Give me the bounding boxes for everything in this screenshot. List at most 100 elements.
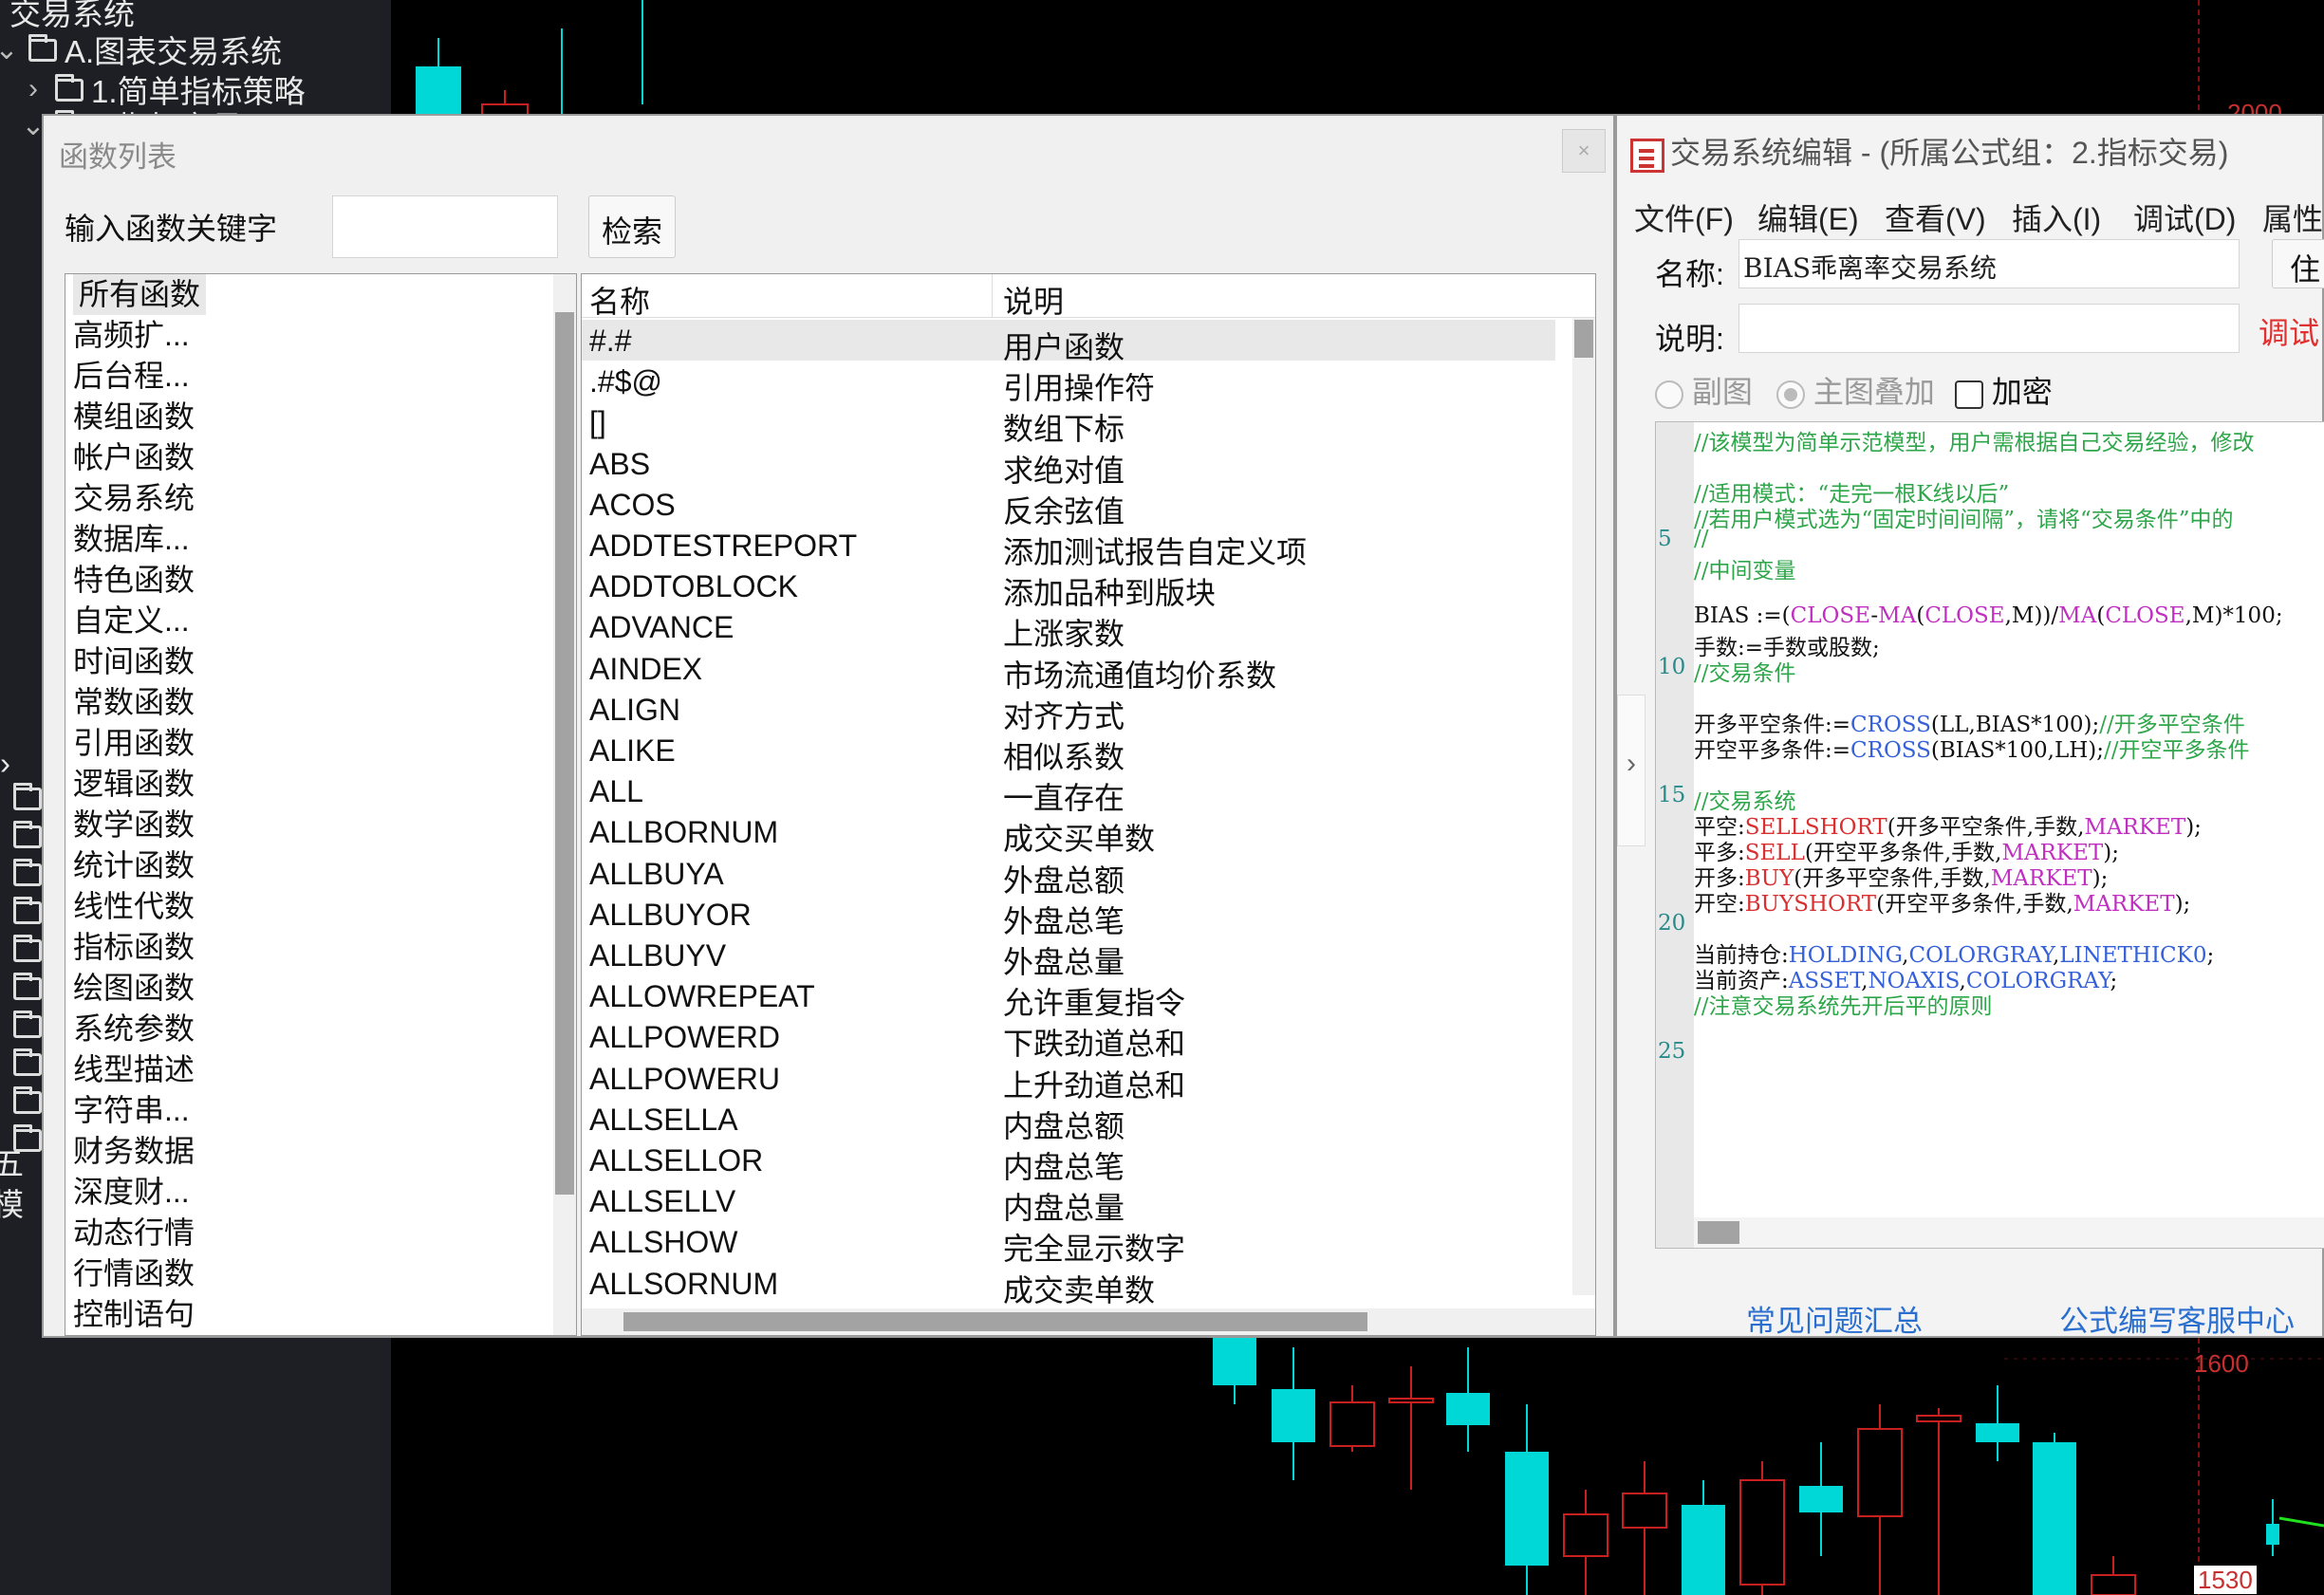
category-item[interactable]: 控制语句 xyxy=(65,1294,576,1335)
table-row[interactable]: ALLSELLV 内盘总量 xyxy=(582,1180,1555,1225)
menu-debug[interactable]: 调试(D) xyxy=(2133,195,2236,239)
category-item[interactable]: 动态行情 xyxy=(65,1213,576,1253)
table-row[interactable]: [] 数组下标 xyxy=(582,401,1555,446)
line-number-gutter: 5 10 15 20 25 xyxy=(1656,422,1694,1248)
side-button[interactable]: 住 xyxy=(2272,239,2324,288)
category-label: 财务数据 xyxy=(73,1134,195,1168)
search-input[interactable] xyxy=(332,195,558,258)
table-row[interactable]: ALLPOWERD 下跌劲道总和 xyxy=(582,1016,1555,1061)
category-item[interactable]: 系统参数 xyxy=(65,1009,576,1049)
table-row[interactable]: ABS 求绝对值 xyxy=(582,443,1555,488)
category-label: 数学函数 xyxy=(73,807,195,842)
menu-view[interactable]: 查看(V) xyxy=(1885,195,1986,239)
tree-group-a[interactable]: ⌄ A.图表交易系统 xyxy=(0,27,282,72)
category-item[interactable]: 线性代数 xyxy=(65,886,576,927)
faq-link[interactable]: 常见问题汇总 xyxy=(1746,1297,1923,1340)
checkbox-icon[interactable] xyxy=(1955,380,1983,409)
table-row[interactable]: ADDTESTREPORT 添加测试报告自定义项 xyxy=(582,525,1555,569)
menu-edit[interactable]: 编辑(E) xyxy=(1757,195,1859,239)
chevron-down-icon[interactable]: ⌄ xyxy=(0,33,21,66)
category-label: 字符串... xyxy=(73,1093,190,1127)
scrollbar-thumb[interactable] xyxy=(623,1312,1367,1331)
menu-properties[interactable]: 属性 xyxy=(2262,195,2323,239)
category-item[interactable]: 后台程... xyxy=(65,356,576,397)
category-item[interactable]: 交易系统 xyxy=(65,478,576,519)
table-row[interactable]: ALLPOWERU 上升劲道总和 xyxy=(582,1058,1555,1103)
candle-body xyxy=(2033,1442,2076,1595)
function-name-cell: AINDEX xyxy=(589,651,703,686)
table-row[interactable]: ADDTOBLOCK 添加品种到版块 xyxy=(582,566,1555,610)
category-item[interactable]: 字符串... xyxy=(65,1090,576,1131)
tree-item-cut-2[interactable]: 模 xyxy=(0,1179,24,1225)
category-item[interactable]: 帐户函数 xyxy=(65,437,576,478)
table-row[interactable]: ALLSELLA 内盘总额 xyxy=(582,1099,1555,1143)
table-row[interactable]: ALL 一直存在 xyxy=(582,770,1555,815)
radio-icon[interactable] xyxy=(1776,380,1805,409)
table-row[interactable]: ALLSELLOR 内盘总笔 xyxy=(582,1140,1555,1184)
desc-input[interactable] xyxy=(1738,304,2240,353)
table-row[interactable]: ALLSHOW 完全显示数字 xyxy=(582,1221,1555,1266)
table-row[interactable]: .#$@ 引用操作符 xyxy=(582,361,1555,405)
category-item[interactable]: 常数函数 xyxy=(65,682,576,723)
table-row[interactable]: ALLBUYOR 外盘总笔 xyxy=(582,894,1555,938)
name-label: 名称: xyxy=(1655,257,1724,291)
category-item[interactable]: 特色函数 xyxy=(65,560,576,601)
search-button[interactable]: 检索 xyxy=(588,195,676,258)
scrollbar-thumb[interactable] xyxy=(1698,1221,1739,1244)
table-row[interactable]: ACOS 反余弦值 xyxy=(582,484,1555,529)
debug-link[interactable]: 调试 xyxy=(2259,309,2319,353)
category-scrollbar[interactable] xyxy=(553,274,576,1335)
category-item[interactable]: 深度财... xyxy=(65,1172,576,1213)
category-item[interactable]: 行情函数 xyxy=(65,1253,576,1294)
table-row[interactable]: ADVANCE 上涨家数 xyxy=(582,606,1555,651)
category-label: 统计函数 xyxy=(73,848,195,882)
table-vscrollbar[interactable] xyxy=(1572,318,1595,1295)
menu-file[interactable]: 文件(F) xyxy=(1634,195,1734,239)
table-row[interactable]: ALLBORNUM 成交买单数 xyxy=(582,811,1555,856)
category-item[interactable]: 时间函数 xyxy=(65,641,576,682)
table-hscrollbar[interactable] xyxy=(582,1308,1595,1335)
table-row[interactable]: ALIKE 相似系数 xyxy=(582,730,1555,774)
table-row[interactable]: AINDEX 市场流通值均价系数 xyxy=(582,648,1555,693)
scrollbar-thumb[interactable] xyxy=(555,312,574,1195)
close-button[interactable]: × xyxy=(1562,129,1606,173)
category-item[interactable]: 线型描述 xyxy=(65,1049,576,1090)
category-item[interactable]: 财务数据 xyxy=(65,1131,576,1172)
category-item[interactable]: 模组函数 xyxy=(65,397,576,437)
table-row[interactable]: ALLBUYV 外盘总量 xyxy=(582,935,1555,979)
category-item[interactable]: 引用函数 xyxy=(65,723,576,764)
radio-main-overlay[interactable]: 主图叠加 xyxy=(1776,368,1935,412)
category-item[interactable]: 数学函数 xyxy=(65,805,576,845)
scrollbar-thumb[interactable] xyxy=(1574,320,1593,358)
category-item[interactable]: 绘图函数 xyxy=(65,968,576,1009)
encrypt-checkbox[interactable]: 加密 xyxy=(1955,368,2053,412)
code-hscrollbar[interactable] xyxy=(1694,1217,2324,1248)
chevron-right-icon[interactable]: › xyxy=(19,73,47,105)
column-header-desc[interactable]: 说明 xyxy=(1003,278,1064,322)
table-row[interactable]: ALLBUYA 外盘总额 xyxy=(582,853,1555,898)
category-label: 模组函数 xyxy=(73,399,195,434)
radio-icon[interactable] xyxy=(1655,380,1683,409)
table-row[interactable]: #.# 用户函数 xyxy=(582,320,1555,364)
tree-chevron-cut[interactable]: › xyxy=(0,746,10,782)
radio-subchart[interactable]: 副图 xyxy=(1655,368,1753,412)
category-item[interactable]: 统计函数 xyxy=(65,845,576,886)
name-input[interactable]: BIAS乖离率交易系统 xyxy=(1738,239,2240,288)
table-row[interactable]: ALIGN 对齐方式 xyxy=(582,689,1555,733)
category-item[interactable]: 所有函数 xyxy=(65,274,576,315)
collapse-arrow-icon[interactable]: › xyxy=(1617,695,1645,846)
code-editor[interactable]: 5 10 15 20 25 //该模型为简单示范模型，用户需根据自己交易经验，修… xyxy=(1655,421,2324,1249)
category-item[interactable]: 自定义... xyxy=(65,601,576,641)
table-header: 名称 说明 xyxy=(582,274,1595,319)
category-item[interactable]: 数据库... xyxy=(65,519,576,560)
table-row[interactable]: ALLSORNUM 成交卖单数 xyxy=(582,1263,1555,1308)
column-header-name[interactable]: 名称 xyxy=(589,278,650,322)
table-row[interactable]: ALLOWREPEAT 允许重复指令 xyxy=(582,975,1555,1020)
category-item[interactable]: 指标函数 xyxy=(65,927,576,968)
category-item[interactable]: 逻辑函数 xyxy=(65,764,576,805)
menu-insert[interactable]: 插入(I) xyxy=(2012,195,2101,239)
category-list[interactable]: 所有函数 高频扩... 后台程... 模组函数 帐户函数 交易系统 数据库... 特色函数 自定… xyxy=(65,273,577,1336)
support-link[interactable]: 公式编写客服中心 xyxy=(2059,1297,2295,1340)
category-item[interactable]: 高频扩... xyxy=(65,315,576,356)
candle-body xyxy=(1563,1513,1608,1557)
